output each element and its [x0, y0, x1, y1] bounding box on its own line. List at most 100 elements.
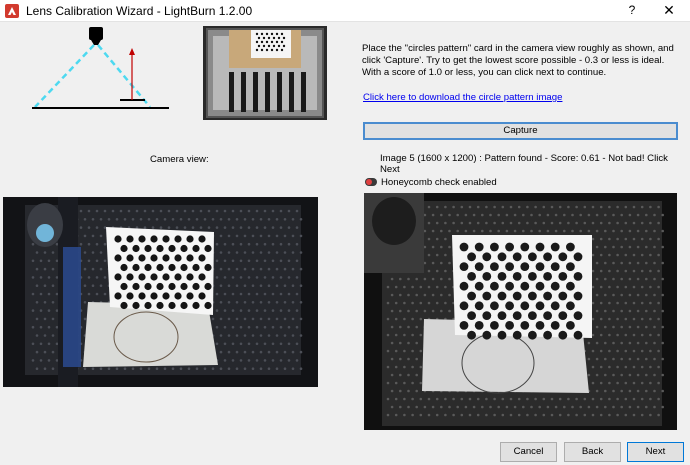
pattern-dot: [435, 221, 439, 225]
pattern-dot: [632, 253, 636, 257]
pattern-dot: [591, 397, 595, 401]
pattern-dot: [624, 317, 628, 321]
pattern-dot: [657, 317, 660, 321]
pattern-dot: [444, 269, 447, 273]
pattern-dot: [295, 359, 299, 362]
pattern-dot: [275, 284, 279, 287]
pattern-dot: [103, 242, 107, 246]
pattern-dot: [219, 234, 223, 238]
pattern-dot: [497, 213, 500, 217]
pattern-dot: [219, 251, 223, 254]
pattern-dot: [612, 293, 615, 297]
pattern-dot: [411, 317, 414, 321]
pattern-dot: [239, 359, 243, 362]
back-button[interactable]: Back: [564, 442, 621, 462]
pattern-dot: [43, 334, 47, 337]
pattern-dot: [538, 229, 541, 233]
pattern-dot: [247, 259, 251, 263]
pattern-dot: [119, 209, 123, 213]
pattern-dot: [505, 405, 509, 409]
pattern-dot: [645, 245, 648, 249]
pattern-dot: [403, 413, 406, 417]
lightburn-logo-icon: [5, 4, 19, 18]
pattern-dot: [255, 325, 259, 329]
pattern-dot: [156, 244, 164, 253]
toggle-knob: [366, 179, 372, 185]
pattern-dot: [231, 226, 235, 229]
pattern-dot: [599, 333, 603, 337]
pattern-dot: [591, 221, 595, 225]
pattern-dot: [497, 311, 507, 320]
pattern-dot: [620, 261, 623, 265]
pattern-dot: [427, 253, 431, 257]
pattern-dot: [640, 333, 644, 337]
pattern-dot: [624, 269, 628, 273]
pattern-dot: [255, 342, 259, 346]
pattern-dot: [517, 397, 521, 401]
pattern-dot: [632, 301, 636, 305]
pattern-dot: [628, 309, 632, 313]
pattern-dot: [608, 365, 611, 369]
pattern-dot: [39, 292, 43, 296]
pattern-dot: [399, 277, 402, 281]
pattern-dot: [636, 261, 640, 265]
pattern-dot: [482, 252, 492, 262]
pattern-dot: [263, 259, 267, 263]
pattern-dot: [407, 373, 410, 377]
pattern-dot: [279, 276, 283, 279]
pattern-dot: [467, 272, 476, 281]
pattern-dot: [427, 301, 431, 305]
pattern-dot: [283, 301, 287, 304]
pattern-dot: [39, 276, 43, 279]
pattern-dot: [283, 267, 287, 271]
pattern-dot: [546, 229, 550, 233]
pattern-dot: [563, 405, 566, 409]
download-pattern-link[interactable]: Click here to download the circle patter…: [363, 92, 562, 103]
pattern-dot: [235, 251, 239, 254]
pattern-dot: [550, 281, 560, 291]
pattern-dot: [171, 218, 175, 221]
pattern-dot: [645, 341, 648, 345]
pattern-dot: [291, 367, 295, 370]
pattern-dot: [460, 413, 464, 417]
pattern-dot: [520, 242, 530, 252]
pattern-dot: [255, 359, 259, 362]
pattern-dot: [198, 273, 206, 281]
pattern-dot: [616, 237, 619, 241]
cancel-button[interactable]: Cancel: [500, 442, 557, 462]
next-button[interactable]: Next: [627, 442, 684, 462]
pattern-dot: [513, 405, 517, 409]
pattern-dot: [259, 251, 263, 254]
pattern-dot: [427, 269, 431, 273]
pattern-dot: [636, 309, 640, 313]
close-icon[interactable]: ✕: [658, 2, 680, 20]
honeycomb-toggle[interactable]: [365, 178, 377, 186]
pattern-dot: [399, 373, 402, 377]
pattern-dot: [612, 373, 615, 377]
pattern-dot: [219, 284, 223, 287]
pattern-dot: [239, 209, 243, 213]
pattern-dot: [612, 245, 615, 249]
pattern-dot: [459, 262, 469, 271]
pattern-dot: [528, 252, 537, 262]
pattern-dot: [143, 226, 147, 229]
help-icon[interactable]: ?: [622, 3, 642, 19]
pattern-dot: [47, 276, 51, 279]
pattern-dot: [87, 226, 91, 229]
pattern-dot: [628, 325, 632, 329]
pattern-dot: [415, 293, 418, 297]
pattern-dot: [55, 259, 59, 263]
capture-button[interactable]: Capture: [363, 122, 678, 140]
pattern-dot: [287, 276, 291, 279]
pattern-dot: [198, 292, 206, 300]
pattern-dot: [628, 213, 632, 217]
pattern-dot: [114, 273, 122, 281]
pattern-dot: [530, 405, 533, 409]
pattern-dot: [657, 397, 660, 401]
pattern-dot: [632, 397, 636, 401]
pattern-dot: [251, 218, 255, 221]
pattern-dot: [476, 413, 480, 417]
pattern-dot: [87, 259, 91, 263]
pattern-dot: [43, 301, 47, 304]
pattern-dot: [612, 309, 615, 313]
